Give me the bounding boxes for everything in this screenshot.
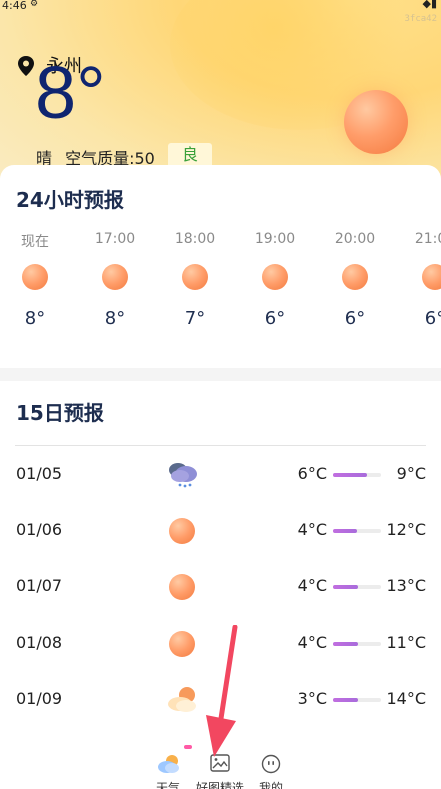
temp-range-fill xyxy=(333,529,357,533)
sun-icon xyxy=(344,90,408,154)
temp-range-fill xyxy=(333,585,358,589)
status-bar: 4:46 ⚙ ◆▮ xyxy=(0,0,441,14)
partly-cloudy-icon xyxy=(168,687,196,712)
daily-low: 6°C xyxy=(297,464,327,483)
daily-high: 12°C xyxy=(386,520,426,539)
temp-range-fill xyxy=(333,473,367,477)
daily-high: 14°C xyxy=(386,689,426,708)
hourly-temp: 6° xyxy=(344,308,366,329)
divider xyxy=(15,445,426,446)
sun-icon xyxy=(342,264,368,290)
hourly-time: 20:00 xyxy=(334,231,376,247)
temp-range-bar xyxy=(333,698,381,702)
hourly-time: 19:00 xyxy=(254,231,296,247)
daily-high: 9°C xyxy=(396,464,426,483)
sun-icon xyxy=(262,264,288,290)
hourly-item: 现在 xyxy=(5,231,65,251)
daily-low: 4°C xyxy=(297,633,327,652)
notification-dot xyxy=(184,745,192,749)
rain-cloud-icon xyxy=(169,463,197,488)
device-id: 3fca42 xyxy=(404,14,437,24)
daily-date: 01/08 xyxy=(16,633,63,652)
daily-date: 01/05 xyxy=(16,464,63,483)
hourly-temp: 8° xyxy=(104,308,126,329)
temp-range-bar xyxy=(333,529,381,533)
sun-icon xyxy=(169,518,195,544)
daily-date: 01/06 xyxy=(16,520,63,539)
temp-range-bar xyxy=(333,585,381,589)
hourly-item: 20:00 xyxy=(325,231,385,247)
temp-range-fill xyxy=(333,642,358,646)
temp-range-fill xyxy=(333,698,358,702)
hourly-time: 现在 xyxy=(21,234,49,250)
tab-label: 天气 xyxy=(155,781,180,789)
annotation-arrow-icon xyxy=(206,625,238,757)
settings-status-icon: ⚙ xyxy=(30,0,39,9)
sun-icon xyxy=(22,264,48,290)
hourly-temp: 6° xyxy=(264,308,286,329)
daily-high: 13°C xyxy=(386,576,426,595)
hourly-time: 21:00 xyxy=(414,231,441,247)
weather-tab-icon xyxy=(158,755,179,773)
tab-weather[interactable]: 天气 xyxy=(142,745,194,789)
daily-title: 15日预报 xyxy=(16,401,104,425)
sun-icon xyxy=(182,264,208,290)
tab-profile[interactable]: 我的 xyxy=(245,745,297,789)
sun-icon xyxy=(169,631,195,657)
daily-low: 4°C xyxy=(297,576,327,595)
daily-row[interactable]: 01/06 4°C 12°C xyxy=(0,510,441,550)
temp-range-bar xyxy=(333,473,381,477)
sun-icon xyxy=(422,264,441,290)
hourly-time: 18:00 xyxy=(174,231,216,247)
daily-low: 3°C xyxy=(297,689,327,708)
hourly-time: 17:00 xyxy=(94,231,136,247)
daily-row[interactable]: 01/07 4°C 13°C xyxy=(0,566,441,606)
profile-tab-icon xyxy=(261,754,281,774)
location-pin-icon xyxy=(18,56,34,76)
daily-high: 11°C xyxy=(386,633,426,652)
air-quality-badge[interactable]: 良 xyxy=(168,143,212,167)
daily-row[interactable]: 01/05 6°C 9°C xyxy=(0,454,441,494)
hourly-item: 18:00 xyxy=(165,231,225,247)
daily-date: 01/09 xyxy=(16,689,63,708)
status-time: 4:46 xyxy=(2,0,27,12)
hourly-temp: 6° xyxy=(424,308,441,329)
sun-icon xyxy=(169,574,195,600)
hourly-item: 19:00 xyxy=(245,231,305,247)
hourly-temp: 8° xyxy=(24,308,46,329)
hourly-temp: 7° xyxy=(184,308,206,329)
sun-icon xyxy=(102,264,128,290)
daily-low: 4°C xyxy=(297,520,327,539)
hourly-item: 21:00 xyxy=(405,231,441,247)
hourly-forecast-card: 24小时预报 现在 17:00 18:00 19:00 20:00 21:00 … xyxy=(0,165,441,368)
hourly-item: 17:00 xyxy=(85,231,145,247)
tab-label: 好图精选 xyxy=(195,781,244,789)
tab-label: 我的 xyxy=(258,781,283,789)
temp-range-bar xyxy=(333,642,381,646)
signal-battery-icon: ◆▮ xyxy=(422,0,437,10)
hourly-title: 24小时预报 xyxy=(16,188,124,212)
current-temperature: 8° xyxy=(35,51,106,134)
daily-date: 01/07 xyxy=(16,576,63,595)
